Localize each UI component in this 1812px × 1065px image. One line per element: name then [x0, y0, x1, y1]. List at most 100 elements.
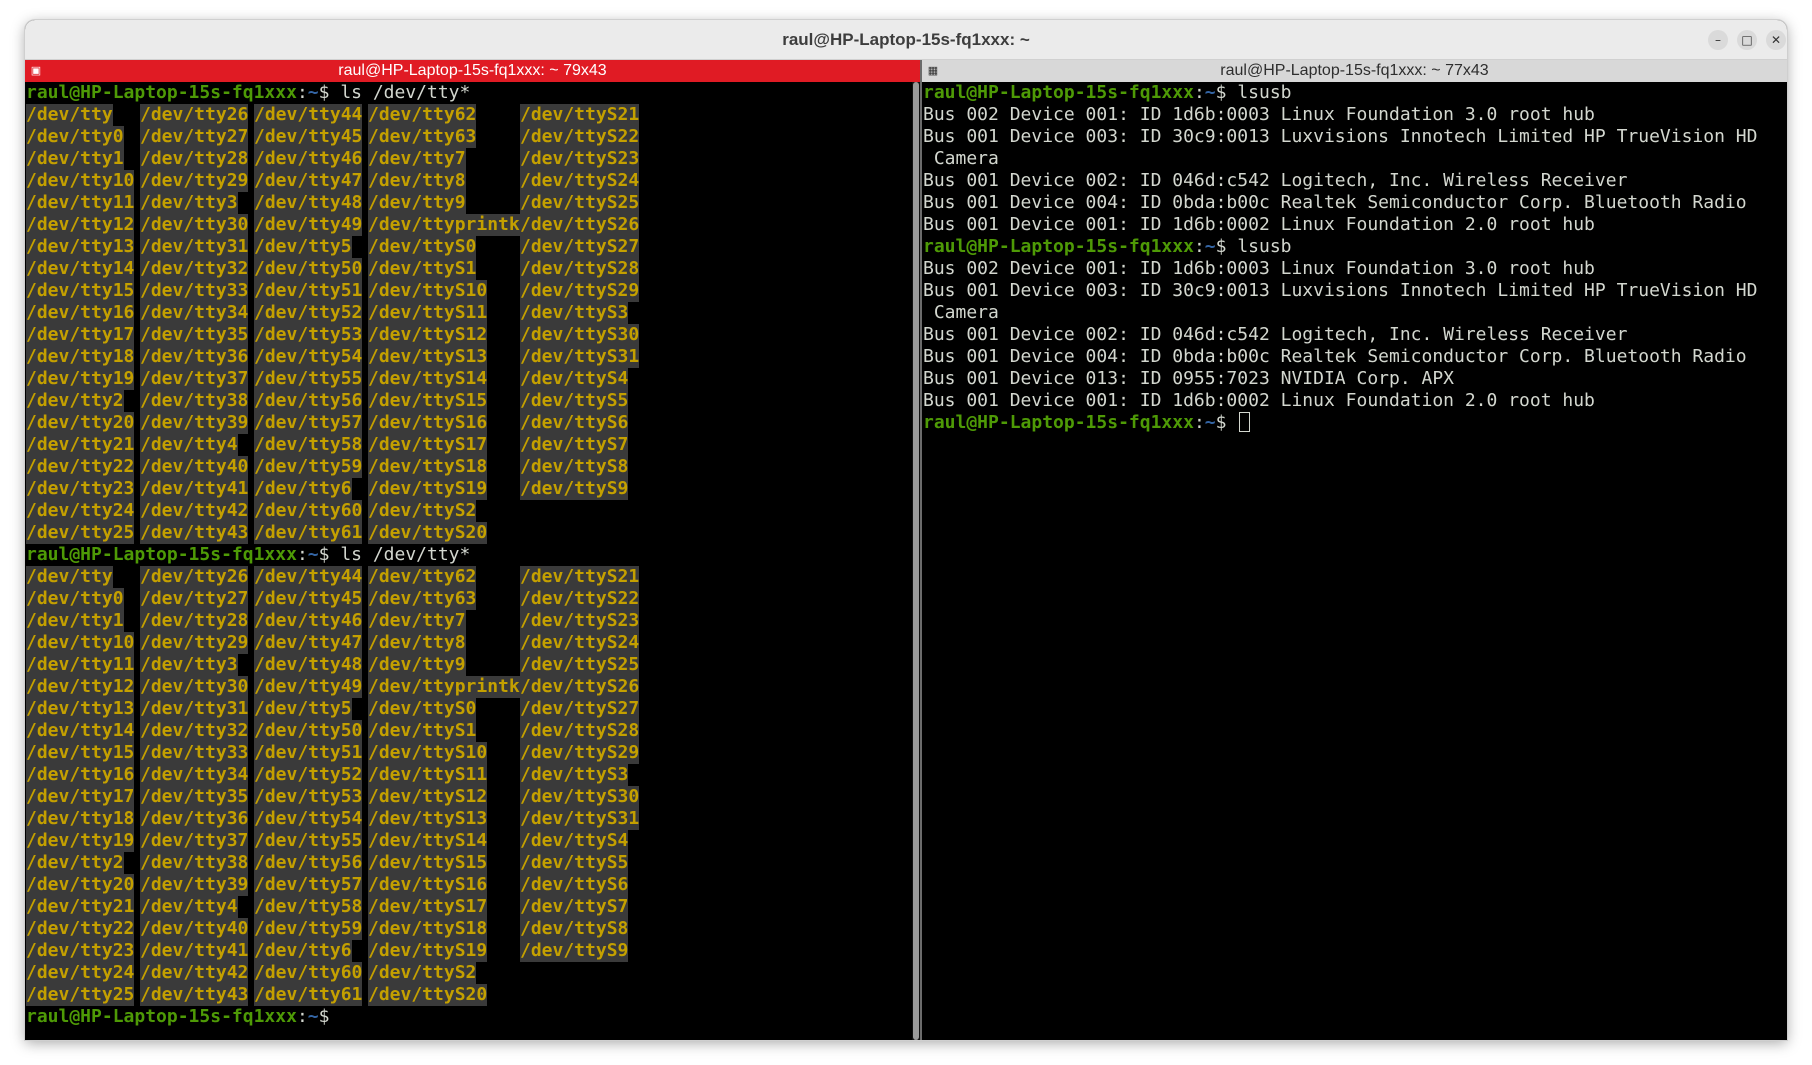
- left-scrollbar[interactable]: [912, 82, 920, 1040]
- minimize-icon: –: [1715, 33, 1721, 47]
- listing-row: /dev/tty23/dev/tty41/dev/tty6/dev/ttyS19…: [26, 940, 910, 962]
- device-entry: /dev/tty50: [254, 258, 363, 280]
- device-entry: /dev/ttyS21: [520, 104, 640, 126]
- window-titlebar[interactable]: raul@HP-Laptop-15s-fq1xxx: ~ – □ ✕: [25, 20, 1787, 60]
- device-entry: /dev/tty28: [140, 148, 249, 170]
- prompt-colon: :: [296, 544, 308, 565]
- device-entry: /dev/tty20: [26, 874, 135, 896]
- device-entry: /dev/tty26: [140, 104, 249, 126]
- device-entry: /dev/tty59: [254, 918, 363, 940]
- left-terminal-titlebar[interactable]: ▣ raul@HP-Laptop-15s-fq1xxx: ~ 79x43: [25, 60, 920, 82]
- device-entry: /dev/ttyS9: [520, 478, 629, 500]
- device-entry: /dev/tty43: [140, 984, 249, 1006]
- device-entry: /dev/tty21: [26, 434, 135, 456]
- device-entry: /dev/ttyS18: [368, 918, 488, 940]
- device-entry: /dev/tty30: [140, 676, 249, 698]
- device-entry: /dev/tty53: [254, 324, 363, 346]
- listing-row: /dev/tty14/dev/tty32/dev/tty50/dev/ttyS1…: [26, 720, 910, 742]
- output-line: Bus 001 Device 002: ID 046d:c542 Logitec…: [923, 324, 1628, 345]
- device-entry: /dev/tty33: [140, 742, 249, 764]
- device-entry: /dev/tty32: [140, 720, 249, 742]
- device-entry: /dev/tty14: [26, 720, 135, 742]
- device-entry: /dev/tty24: [26, 500, 135, 522]
- device-entry: /dev/tty47: [254, 632, 363, 654]
- prompt-dollar: $: [1215, 412, 1238, 433]
- close-button[interactable]: ✕: [1766, 30, 1786, 50]
- device-entry: /dev/ttyS17: [368, 896, 488, 918]
- device-entry: /dev/tty41: [140, 478, 249, 500]
- device-entry: /dev/tty29: [140, 632, 249, 654]
- device-entry: /dev/tty63: [368, 126, 477, 148]
- device-entry: /dev/tty48: [254, 192, 363, 214]
- device-entry: /dev/tty8: [368, 632, 466, 654]
- device-entry: /dev/tty28: [140, 610, 249, 632]
- device-entry: /dev/tty55: [254, 830, 363, 852]
- device-entry: /dev/tty52: [254, 764, 363, 786]
- device-entry: /dev/tty: [26, 104, 113, 126]
- command-text: ls /dev/tty*: [340, 82, 471, 103]
- output-line: Bus 002 Device 001: ID 1d6b:0003 Linux F…: [923, 258, 1595, 279]
- device-entry: /dev/ttyS17: [368, 434, 488, 456]
- device-entry: /dev/tty61: [254, 522, 363, 544]
- device-entry: /dev/ttyS20: [368, 984, 488, 1006]
- prompt-path: ~: [307, 1006, 319, 1027]
- device-entry: /dev/ttyS7: [520, 434, 629, 456]
- left-terminal-pane[interactable]: ▣ raul@HP-Laptop-15s-fq1xxx: ~ 79x43 rau…: [25, 60, 920, 1040]
- listing-row: /dev/tty10/dev/tty29/dev/tty47/dev/tty8 /…: [26, 632, 910, 654]
- listing-row: /dev/tty19/dev/tty37/dev/tty55/dev/ttyS1…: [26, 830, 910, 852]
- device-entry: /dev/tty23: [26, 940, 135, 962]
- listing-row: /dev/tty24/dev/tty42/dev/tty60/dev/ttyS2: [26, 962, 910, 984]
- prompt-dollar: $: [1215, 82, 1238, 103]
- prompt-dollar: $: [1215, 236, 1238, 257]
- device-entry: /dev/ttyS22: [520, 588, 640, 610]
- device-entry: /dev/tty46: [254, 148, 363, 170]
- device-entry: /dev/ttyS11: [368, 302, 488, 324]
- listing-row: /dev/tty18/dev/tty36/dev/tty54/dev/ttyS1…: [26, 808, 910, 830]
- device-entry: /dev/tty34: [140, 764, 249, 786]
- output-line: Bus 001 Device 001: ID 1d6b:0002 Linux F…: [923, 390, 1595, 411]
- device-entry: /dev/tty44: [254, 104, 363, 126]
- device-entry: /dev/ttyS25: [520, 192, 640, 214]
- device-entry: /dev/tty5: [254, 698, 352, 720]
- device-entry: /dev/ttyS4: [520, 830, 629, 852]
- text-cursor: [1239, 412, 1251, 432]
- output-line: Camera: [923, 302, 999, 323]
- device-entry: /dev/ttyS16: [368, 412, 488, 434]
- device-entry: /dev/ttyS15: [368, 390, 488, 412]
- right-terminal-output[interactable]: raul@HP-Laptop-15s-fq1xxx:~$ lsusb Bus 00…: [922, 82, 1777, 1040]
- left-terminal-output[interactable]: raul@HP-Laptop-15s-fq1xxx:~$ ls /dev/tty…: [25, 82, 910, 1040]
- terminal-split-icon[interactable]: ▦: [927, 65, 939, 77]
- device-entry: /dev/ttyS23: [520, 610, 640, 632]
- minimize-button[interactable]: –: [1708, 30, 1728, 50]
- listing-row: /dev/tty1/dev/tty28/dev/tty46/dev/tty7/d…: [26, 610, 910, 632]
- listing-row: /dev/tty24/dev/tty42/dev/tty60/dev/ttyS2: [26, 500, 910, 522]
- device-entry: /dev/ttyS26: [520, 214, 640, 236]
- terminal-split-icon[interactable]: ▣: [30, 65, 42, 77]
- device-entry: /dev/tty34: [140, 302, 249, 324]
- device-entry: /dev/tty56: [254, 852, 363, 874]
- listing-row: /dev/tty16/dev/tty34/dev/tty52/dev/ttyS1…: [26, 764, 910, 786]
- device-entry: /dev/tty39: [140, 412, 249, 434]
- device-entry: /dev/tty19: [26, 368, 135, 390]
- device-entry: /dev/tty17: [26, 324, 135, 346]
- device-entry: /dev/tty31: [140, 236, 249, 258]
- device-entry: /dev/tty33: [140, 280, 249, 302]
- prompt-dollar: $: [318, 544, 341, 565]
- right-terminal-titlebar[interactable]: ▦ raul@HP-Laptop-15s-fq1xxx: ~ 77x43: [922, 60, 1787, 82]
- device-entry: /dev/ttyS31: [520, 808, 640, 830]
- left-scrollbar-thumb[interactable]: [913, 82, 919, 1040]
- device-entry: /dev/ttyS29: [520, 742, 640, 764]
- device-entry: /dev/tty29: [140, 170, 249, 192]
- device-entry: /dev/tty0: [26, 126, 124, 148]
- maximize-button[interactable]: □: [1737, 30, 1757, 50]
- device-entry: /dev/ttyS8: [520, 456, 629, 478]
- prompt-line: raul@HP-Laptop-15s-fq1xxx:~$: [923, 412, 1777, 434]
- device-entry: /dev/ttyS5: [520, 852, 629, 874]
- device-entry: /dev/ttyprintk: [368, 214, 520, 236]
- prompt-path: ~: [307, 82, 319, 103]
- device-entry: /dev/tty45: [254, 126, 363, 148]
- device-entry: /dev/ttyS13: [368, 346, 488, 368]
- right-terminal-pane[interactable]: ▦ raul@HP-Laptop-15s-fq1xxx: ~ 77x43 rau…: [922, 60, 1787, 1040]
- device-entry: /dev/ttyS11: [368, 764, 488, 786]
- device-entry: /dev/ttyS0: [368, 698, 477, 720]
